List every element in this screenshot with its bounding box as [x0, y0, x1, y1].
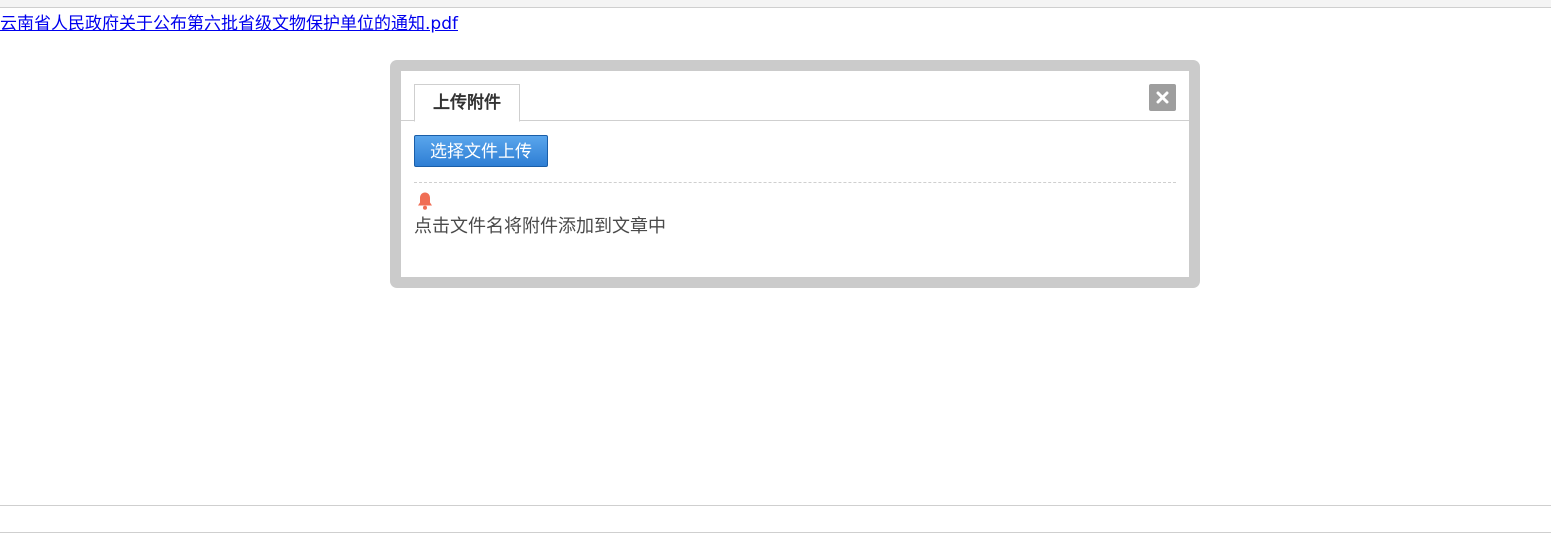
- dialog-body: 上传附件 选择文件上传 点击文件名将附件添加到文章中: [401, 71, 1189, 277]
- close-icon: [1156, 91, 1169, 104]
- bottom-divider: [0, 505, 1551, 506]
- bottom-divider-lower: [0, 532, 1551, 533]
- top-border: [0, 0, 1551, 8]
- attachment-link[interactable]: 云南省人民政府关于公布第六批省级文物保护单位的通知.pdf: [0, 13, 458, 35]
- tab-bar: 上传附件: [401, 71, 1189, 122]
- divider: [414, 182, 1176, 183]
- upload-attachment-dialog: 上传附件 选择文件上传 点击文件名将附件添加到文章中: [390, 60, 1200, 288]
- hint-text: 点击文件名将附件添加到文章中: [414, 216, 666, 237]
- close-button[interactable]: [1149, 84, 1176, 111]
- select-file-upload-button[interactable]: 选择文件上传: [414, 135, 548, 167]
- bell-icon: [418, 192, 432, 210]
- tab-upload-attachment[interactable]: 上传附件: [414, 84, 520, 122]
